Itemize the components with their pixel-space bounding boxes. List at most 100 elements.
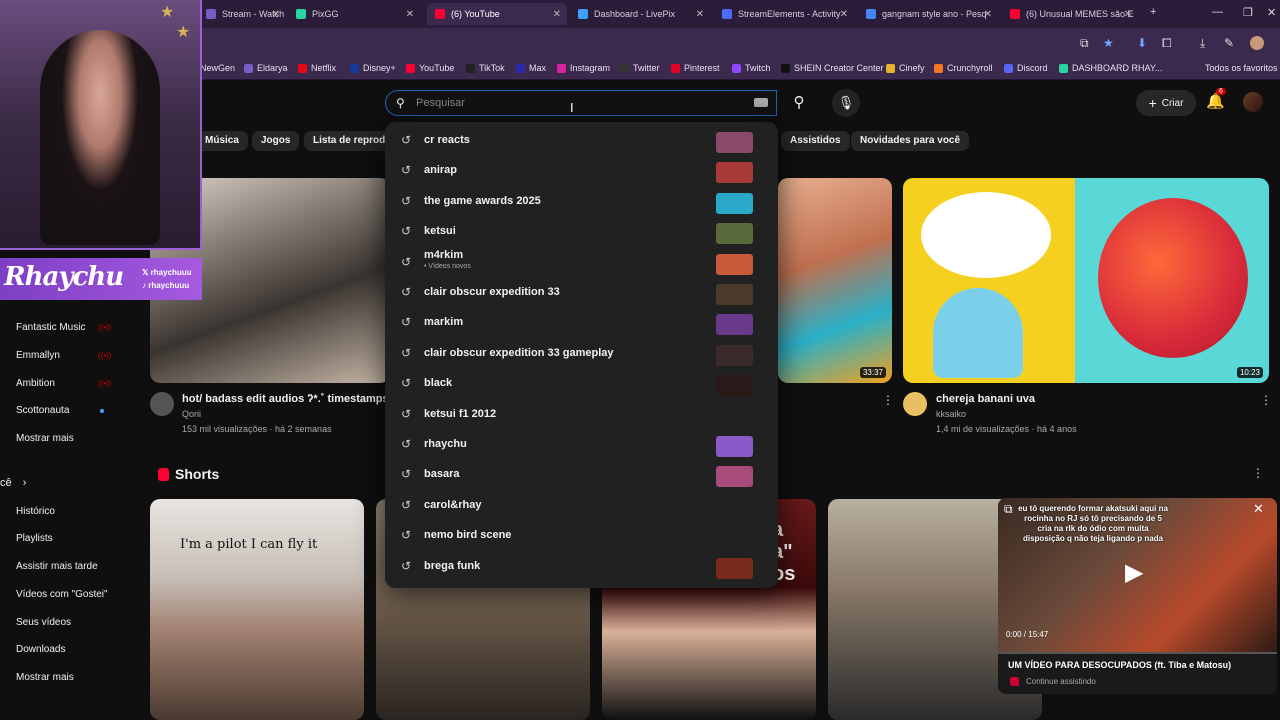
search-suggestion[interactable]: ↺ black (385, 368, 778, 398)
sidebar-item[interactable]: Assistir mais tarde (16, 561, 98, 572)
profile-avatar[interactable] (1250, 36, 1264, 50)
channel-avatar[interactable] (903, 392, 927, 416)
filter-chip[interactable]: Jogos (252, 131, 300, 151)
search-suggestion[interactable]: ↺ ketsui f1 2012 (385, 399, 778, 429)
close-icon[interactable]: ✕ (1253, 501, 1264, 517)
bookmark-item[interactable]: Pinterest (671, 63, 720, 73)
video-thumbnail[interactable]: 33:37 (778, 178, 892, 383)
you-section-header[interactable]: cê › (0, 477, 26, 489)
search-button[interactable]: ⚲ (782, 90, 816, 116)
filter-chip[interactable]: Música (196, 131, 248, 151)
microphone-icon[interactable]: 🎙 (832, 89, 860, 117)
browser-tab[interactable]: PixGG ✕ (288, 3, 420, 25)
tab-close-icon[interactable]: ✕ (696, 9, 704, 20)
browser-tab[interactable]: Dashboard - LivePix ✕ (570, 3, 710, 25)
tab-close-icon[interactable]: ✕ (984, 9, 992, 20)
sidebar-item[interactable]: Seus vídeos (16, 617, 71, 628)
bookmark-item[interactable]: Crunchyroll (934, 63, 993, 73)
more-options-icon[interactable]: ⋮ (1260, 393, 1272, 407)
tab-close-icon[interactable]: ✕ (1124, 9, 1132, 20)
search-suggestion[interactable]: ↺ carol&rhay (385, 490, 778, 520)
sidebar-item[interactable]: Downloads (16, 644, 65, 655)
bookmark-item[interactable]: Cinefy (886, 63, 925, 73)
create-button[interactable]: + Criar (1136, 90, 1196, 116)
sidebar-subscription[interactable]: Emmallyn (16, 350, 60, 361)
channel-name[interactable]: kksaiko (936, 409, 966, 419)
sidebar-item[interactable]: Histórico (16, 506, 55, 517)
browser-tab[interactable]: StreamElements - Activity ✕ (714, 3, 854, 25)
extensions-icon[interactable]: ⧠ (1162, 36, 1172, 51)
tab-close-icon[interactable]: ✕ (406, 9, 414, 20)
search-input[interactable] (416, 94, 736, 112)
browser-tab[interactable]: (6) Unusual MEMES são E ✕ (1002, 3, 1138, 25)
search-suggestion[interactable]: ↺ m4rkim • Vídeos novos (385, 247, 778, 277)
extension-download-icon[interactable]: ⬇ (1137, 36, 1147, 50)
expand-icon[interactable]: ⧉ (1004, 502, 1013, 517)
browser-tab[interactable]: Stream - Watch ✕ (198, 3, 286, 25)
sidebar-item[interactable]: Mostrar mais (16, 672, 74, 683)
account-avatar[interactable] (1243, 92, 1263, 112)
close-window-icon[interactable]: ✕ (1267, 6, 1276, 19)
install-app-icon[interactable]: ⧉ (1080, 36, 1089, 51)
search-suggestion[interactable]: ↺ rhaychu (385, 429, 778, 459)
channel-name[interactable]: Qorii (182, 409, 201, 419)
channel-avatar[interactable] (150, 392, 174, 416)
progress-bar[interactable] (998, 652, 1277, 654)
search-suggestion[interactable]: ↺ the game awards 2025 (385, 186, 778, 216)
search-suggestion[interactable]: ↺ basara (385, 459, 778, 489)
filter-chip[interactable]: Assistidos (781, 131, 850, 151)
mini-player-title[interactable]: UM VÍDEO PARA DESOCUPADOS (ft. Tiba e Ma… (1008, 660, 1231, 670)
browser-tab[interactable]: (6) YouTube ✕ (427, 3, 567, 25)
bookmark-item[interactable]: Disney+ (350, 63, 396, 73)
bookmark-item[interactable]: Max (516, 63, 546, 73)
bookmark-item[interactable]: Discord (1004, 63, 1048, 73)
filter-chip[interactable]: Novidades para você (851, 131, 970, 151)
search-suggestion[interactable]: ↺ anirap (385, 155, 778, 185)
bookmark-item[interactable]: Netflix (298, 63, 336, 73)
sidebar-subscription[interactable]: Scottonauta (16, 405, 69, 416)
bookmark-item[interactable]: TikTok (466, 63, 505, 73)
sidebar-item[interactable]: Playlists (16, 533, 53, 544)
bookmark-item[interactable]: Instagram (557, 63, 610, 73)
short-thumbnail[interactable]: I'm a pilot I can fly it (150, 499, 364, 720)
play-icon[interactable]: ▶ (1125, 558, 1143, 587)
notifications-bell-icon[interactable]: 🔔 6 (1206, 88, 1226, 110)
tab-close-icon[interactable]: ✕ (272, 9, 280, 20)
search-suggestion[interactable]: ↺ markim (385, 307, 778, 337)
browser-tab[interactable]: gangnam style ano - Pesq ✕ (858, 3, 998, 25)
star-bookmark-icon[interactable]: ★ (1103, 36, 1114, 50)
search-suggestion[interactable]: ↺ cr reacts (385, 125, 778, 155)
bookmark-item[interactable]: SHEIN Creator Center (781, 63, 884, 73)
bookmark-item[interactable]: Todos os favoritos (1205, 63, 1278, 73)
sidebar-subscription[interactable]: Mostrar mais (16, 433, 74, 444)
customize-icon[interactable]: ✎ (1224, 36, 1234, 50)
sidebar-subscription[interactable]: Fantastic Music (16, 322, 85, 333)
tab-close-icon[interactable]: ✕ (553, 9, 561, 20)
search-suggestion[interactable]: ↺ clair obscur expedition 33 (385, 277, 778, 307)
bookmark-item[interactable]: Twitch (732, 63, 771, 73)
video-thumbnail[interactable]: 10:23 (903, 178, 1269, 383)
bookmark-item[interactable]: DASHBOARD RHAY... (1059, 63, 1162, 73)
search-box[interactable]: ⚲ (385, 90, 777, 116)
new-tab-button[interactable]: + (1150, 6, 1156, 18)
sidebar-item[interactable]: Vídeos com "Gostei" (16, 589, 108, 600)
search-suggestion[interactable]: ↺ clair obscur expedition 33 gameplay (385, 338, 778, 368)
keyboard-icon[interactable] (754, 98, 768, 107)
restore-icon[interactable]: ❐ (1243, 6, 1253, 19)
more-options-icon[interactable]: ⋮ (882, 393, 894, 407)
bookmark-item[interactable]: NewGen (200, 63, 235, 73)
more-options-icon[interactable]: ⋮ (1252, 466, 1264, 480)
bookmark-item[interactable]: Eldarya (244, 63, 288, 73)
bookmark-item[interactable]: Twitter (620, 63, 660, 73)
video-title[interactable]: chereja banani uva (936, 393, 1035, 405)
tab-close-icon[interactable]: ✕ (840, 9, 848, 20)
mini-player[interactable]: eu tô querendo formar akatsuki aqui na r… (998, 498, 1277, 694)
downloads-icon[interactable]: ⤓ (1200, 36, 1205, 51)
search-suggestion[interactable]: ↺ ketsui (385, 216, 778, 246)
minimize-icon[interactable]: — (1212, 6, 1223, 18)
sidebar-subscription[interactable]: Ambition (16, 378, 55, 389)
search-suggestion[interactable]: ↺ nemo bird scene (385, 520, 778, 550)
video-title[interactable]: hot/ badass edit audios ʔ̈*.˚ timestamps (182, 393, 389, 405)
bookmark-item[interactable]: YouTube (406, 63, 454, 73)
search-suggestion[interactable]: ↺ brega funk (385, 551, 778, 581)
